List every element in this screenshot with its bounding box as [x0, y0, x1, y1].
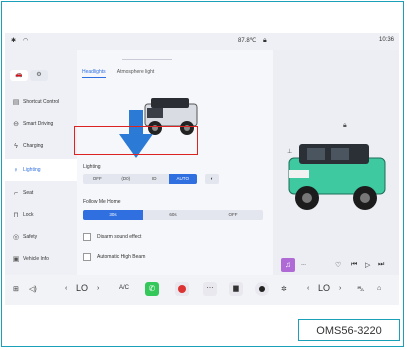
disarm-sound-label: Disarm sound effect — [97, 234, 142, 240]
sidebar-item-label: Smart Driving — [23, 121, 54, 127]
checkbox[interactable] — [83, 233, 91, 241]
lock-icon: ⊓ — [13, 212, 19, 219]
sidebar-item-shortcut-control[interactable]: ▤ Shortcut Control — [5, 92, 77, 112]
next-track-icon[interactable]: ⏭ — [378, 261, 384, 269]
follow-option-60s[interactable]: 60s — [143, 210, 203, 220]
sidebar-item-smart-driving[interactable]: ⊖ Smart Driving — [5, 114, 77, 134]
sidebar-item-seat[interactable]: ⌐ Seat — [5, 183, 77, 203]
temp-right-decrease-icon[interactable]: ‹ — [307, 285, 309, 292]
status-bar: ✱ ◠ 87.8℃ 🔒︎ 10:36 — [5, 33, 399, 50]
temperature-readout: 87.8℃ — [238, 38, 257, 44]
more-apps-icon[interactable]: ⋯ — [203, 282, 217, 296]
sidebar-item-label: Safety — [23, 234, 38, 240]
left-temperature: LO — [76, 283, 89, 293]
lighting-option-lowbeam[interactable]: ID — [140, 174, 169, 184]
drag-handle[interactable] — [122, 59, 172, 60]
play-icon[interactable]: ▷ — [365, 261, 370, 269]
door-lock-icon: 🔒︎ — [343, 122, 347, 129]
follow-option-30s[interactable]: 30s — [83, 210, 143, 220]
follow-option-off[interactable]: OFF — [203, 210, 263, 220]
tab-vehicle[interactable]: 🚗 — [10, 70, 28, 81]
sidebar-mode-tabs: 🚗 ⚙ — [10, 70, 48, 81]
temp-right-increase-icon[interactable]: › — [339, 285, 341, 292]
vehicle-3d-image — [288, 144, 386, 210]
tab-settings[interactable]: ⚙ — [30, 70, 48, 81]
sidebar-item-lock[interactable]: ⊓ Lock — [5, 205, 77, 225]
fog-light-icon[interactable]: ◐ — [205, 174, 219, 184]
seat-heat-icon[interactable]: ⛍ — [357, 285, 364, 294]
sidebar-item-lighting[interactable]: ♀ Lighting — [5, 159, 77, 181]
vehicle-preview-panel: 🔒︎ ⊥ ♫ --- ♡ ⏮ ▷ ⏭ — [273, 50, 399, 275]
phone-app-icon[interactable]: ✆ — [145, 282, 159, 296]
shortcut-icon: ▤ — [12, 99, 20, 106]
camera-app-icon[interactable] — [255, 282, 269, 296]
fan-icon[interactable]: ✲ — [281, 285, 287, 293]
sidebar-item-vehicle-info[interactable]: ▣ Vehicle Info — [5, 249, 77, 269]
sidebar-item-label: Shortcut Control — [23, 99, 60, 105]
sidebar-item-charging[interactable]: ϟ Charging — [5, 136, 77, 156]
sidebar: 🚗 ⚙ ▤ Shortcut Control ⊖ Smart Driving ϟ Ch… — [5, 50, 77, 275]
tab-headlights[interactable]: Headlights — [82, 69, 106, 78]
climate-dock: ⊞ ◁) ‹ LO › A/C ✆ ⋯ ▆ ✲ ‹ LO › ⛍ ⌂ — [5, 275, 399, 305]
sidebar-item-label: Seat — [23, 190, 34, 196]
infotainment-screen: ✱ ◠ 87.8℃ 🔒︎ 10:36 🚗 ⚙ ▤ Shortcut Control… — [5, 33, 399, 305]
volume-icon[interactable]: ◁) — [29, 285, 37, 293]
seat-icon: ⌐ — [13, 189, 19, 197]
right-temperature: LO — [318, 283, 331, 293]
sidebar-item-label: Lighting — [23, 167, 41, 173]
auto-high-beam-checkbox[interactable]: Automatic High Beam — [83, 253, 145, 261]
car-app-icon[interactable]: ▆ — [229, 282, 243, 296]
media-title: --- — [301, 262, 306, 268]
tab-atmosphere-light[interactable]: Atmosphere light — [117, 69, 155, 75]
auto-high-beam-label: Automatic High Beam — [97, 254, 146, 260]
disarm-sound-checkbox[interactable]: Disarm sound effect — [83, 233, 141, 241]
bluetooth-icon: ✱ — [11, 38, 17, 44]
record-app-icon[interactable] — [175, 282, 189, 296]
follow-me-home-label: Follow Me Home — [83, 199, 121, 205]
follow-me-home-selector: 30s 60s OFF — [83, 210, 263, 220]
temp-left-decrease-icon[interactable]: ‹ — [65, 285, 67, 292]
safety-icon: ◎ — [12, 234, 20, 241]
sidebar-item-safety[interactable]: ◎ Safety — [5, 227, 77, 247]
checkbox[interactable] — [83, 253, 91, 261]
wifi-icon: ◠ — [23, 38, 29, 44]
lock-status-icon: 🔒︎ — [263, 37, 267, 44]
lighting-option-auto[interactable]: AUTO — [168, 174, 197, 184]
lighting-settings-panel: Headlights Atmosphere light Lighting OFF… — [77, 50, 273, 275]
previous-track-icon[interactable]: ⏮ — [351, 261, 357, 269]
sidebar-item-label: Lock — [23, 212, 34, 218]
lighting-mode-selector: OFF (D0) ID AUTO — [83, 174, 197, 184]
charging-icon: ϟ — [14, 142, 18, 150]
highlight-box — [74, 126, 198, 155]
lightbulb-icon: ♀ — [13, 166, 19, 174]
home-icon[interactable]: ⌂ — [377, 285, 381, 292]
lighting-label: Lighting — [83, 164, 101, 170]
apps-grid-icon[interactable]: ⊞ — [13, 285, 19, 293]
sidebar-item-label: Charging — [23, 143, 44, 149]
figure-code: OMS56-3220 — [298, 319, 400, 341]
clock: 10:36 — [379, 37, 395, 43]
sidebar-item-label: Vehicle Info — [23, 256, 49, 262]
antenna-icon: ⊥ — [287, 149, 293, 155]
steering-icon: ⊖ — [13, 121, 19, 128]
ac-button[interactable]: A/C — [119, 285, 129, 291]
lighting-option-position[interactable]: (D0) — [112, 174, 141, 184]
temp-left-increase-icon[interactable]: › — [97, 285, 99, 292]
info-icon: ▣ — [12, 256, 20, 263]
album-art: ♫ — [281, 258, 295, 272]
lighting-subtabs: Headlights Atmosphere light — [82, 69, 164, 78]
heart-icon[interactable]: ♡ — [335, 261, 341, 269]
lighting-option-off[interactable]: OFF — [83, 174, 112, 184]
